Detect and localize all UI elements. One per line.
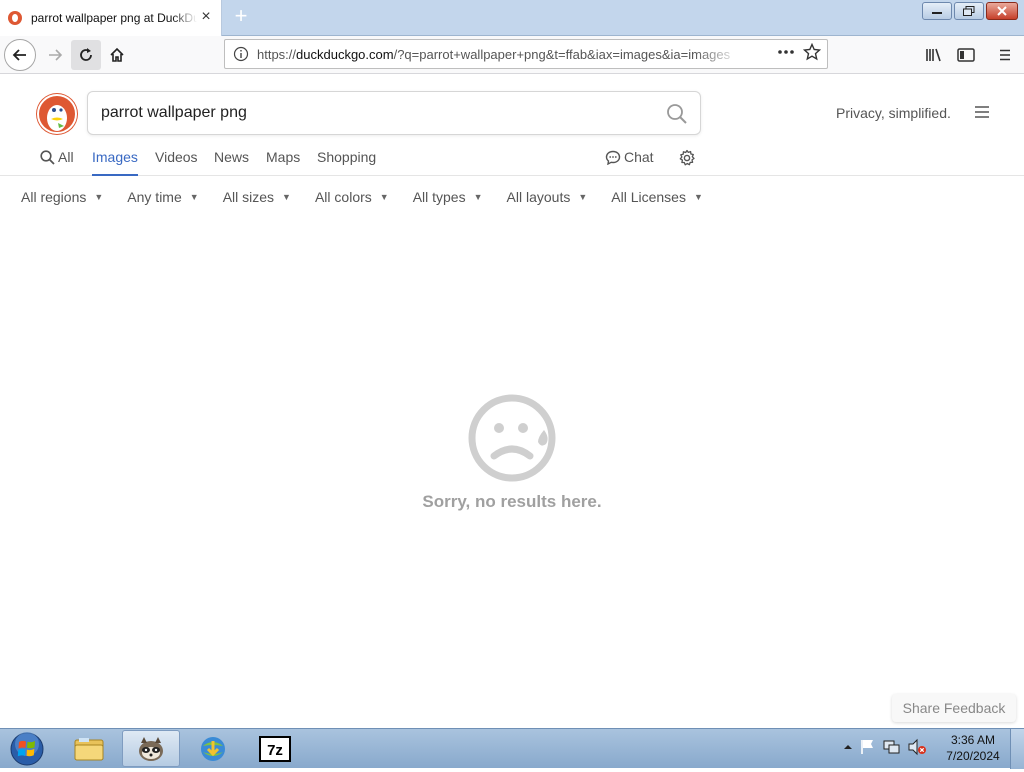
image-filters: All regions ▼ Any time ▼ All sizes ▼ All co… bbox=[21, 189, 727, 205]
svg-text:7z: 7z bbox=[267, 742, 283, 759]
caret-down-icon: ▼ bbox=[473, 192, 483, 202]
clock-date: 7/20/2024 bbox=[946, 749, 1000, 763]
gear-icon bbox=[679, 149, 695, 166]
library-button[interactable] bbox=[919, 40, 949, 70]
caret-down-icon: ▼ bbox=[693, 192, 703, 202]
ddg-menu-icon[interactable] bbox=[974, 105, 990, 119]
new-tab-icon[interactable]: + bbox=[230, 5, 252, 27]
no-results: Sorry, no results here. bbox=[412, 392, 612, 512]
search-icon bbox=[40, 150, 55, 165]
filter-license[interactable]: All Licenses ▼ bbox=[611, 189, 703, 205]
clock-time: 3:36 AM bbox=[950, 733, 996, 747]
filter-time[interactable]: Any time ▼ bbox=[127, 189, 198, 205]
close-window-button[interactable] bbox=[986, 2, 1018, 20]
firefox-raccoon-icon bbox=[139, 736, 163, 761]
caret-down-icon: ▼ bbox=[94, 192, 104, 202]
back-button[interactable] bbox=[4, 39, 36, 71]
taskbar-explorer[interactable] bbox=[60, 730, 118, 767]
sad-face-icon bbox=[468, 394, 556, 482]
url-text: https://duckduckgo.com/?q=parrot+wallpap… bbox=[257, 46, 731, 62]
browser-tab[interactable]: parrot wallpaper png at DuckDuckGo × bbox=[0, 0, 222, 36]
download-manager-icon bbox=[201, 736, 225, 761]
address-bar[interactable]: https://duckduckgo.com/?q=parrot+wallpap… bbox=[224, 39, 828, 69]
duckduckgo-logo[interactable] bbox=[36, 93, 78, 135]
filter-type[interactable]: All types ▼ bbox=[413, 189, 483, 205]
browser-tab-strip: parrot wallpaper png at DuckDuckGo × + bbox=[0, 0, 1024, 36]
minimize-window-button[interactable] bbox=[922, 2, 952, 20]
windows-start-icon bbox=[10, 732, 44, 766]
system-tray bbox=[843, 738, 927, 756]
7zip-icon: 7z bbox=[259, 735, 291, 762]
search-type-tabs: All Images Videos News Maps Shopping Cha… bbox=[0, 143, 1024, 176]
forward-button[interactable] bbox=[40, 40, 70, 70]
caret-down-icon: ▼ bbox=[379, 192, 389, 202]
reload-button[interactable] bbox=[71, 40, 101, 70]
page-actions-menu-icon[interactable] bbox=[777, 44, 795, 60]
privacy-tagline: Privacy, simplified. bbox=[836, 105, 951, 121]
search-input[interactable] bbox=[99, 103, 659, 123]
hamburger-menu-icon bbox=[1000, 49, 1010, 61]
volume-muted-icon[interactable] bbox=[907, 738, 927, 756]
home-button[interactable] bbox=[102, 40, 132, 70]
tab-images[interactable]: Images bbox=[92, 149, 138, 176]
library-icon bbox=[926, 48, 941, 62]
windows-taskbar: 7z 3:36 AM 7/20/2024 bbox=[0, 728, 1024, 769]
settings-button[interactable] bbox=[678, 149, 696, 176]
filter-layout[interactable]: All layouts ▼ bbox=[507, 189, 588, 205]
action-center-flag-icon[interactable] bbox=[859, 738, 877, 756]
sidebar-icon bbox=[957, 48, 975, 62]
filter-size[interactable]: All sizes ▼ bbox=[223, 189, 291, 205]
share-feedback-button[interactable]: Share Feedback bbox=[892, 694, 1016, 722]
tab-title: parrot wallpaper png at DuckDuckGo bbox=[31, 11, 197, 25]
search-box bbox=[87, 91, 701, 135]
sidebar-toggle-button[interactable] bbox=[951, 40, 981, 70]
taskbar-download-manager[interactable] bbox=[184, 730, 242, 767]
caret-down-icon: ▼ bbox=[282, 192, 291, 202]
taskbar-firefox[interactable] bbox=[122, 730, 180, 767]
caret-down-icon: ▼ bbox=[578, 192, 588, 202]
tab-videos[interactable]: Videos bbox=[155, 149, 198, 176]
tab-all[interactable]: All bbox=[40, 149, 74, 176]
chat-bubble-icon bbox=[605, 150, 621, 165]
filter-region[interactable]: All regions ▼ bbox=[21, 189, 103, 205]
home-icon bbox=[110, 47, 124, 62]
reload-icon bbox=[80, 48, 92, 61]
restore-window-button[interactable] bbox=[954, 2, 984, 20]
show-hidden-icons-icon[interactable] bbox=[843, 741, 853, 753]
show-desktop-button[interactable] bbox=[1010, 729, 1024, 769]
filter-color[interactable]: All colors ▼ bbox=[315, 189, 389, 205]
taskbar-7zip[interactable]: 7z bbox=[246, 730, 304, 767]
tab-maps[interactable]: Maps bbox=[266, 149, 300, 176]
search-icon[interactable] bbox=[666, 103, 688, 125]
system-clock[interactable]: 3:36 AM 7/20/2024 bbox=[940, 732, 1006, 764]
start-button[interactable] bbox=[8, 731, 46, 767]
close-tab-icon[interactable]: × bbox=[199, 9, 213, 25]
duck-logo-icon bbox=[37, 94, 77, 134]
site-info-icon[interactable] bbox=[233, 46, 249, 62]
browser-toolbar: https://duckduckgo.com/?q=parrot+wallpap… bbox=[0, 36, 1024, 74]
bookmark-star-icon[interactable] bbox=[803, 43, 821, 61]
caret-down-icon: ▼ bbox=[189, 192, 199, 202]
tab-shopping[interactable]: Shopping bbox=[317, 149, 376, 176]
app-menu-button[interactable] bbox=[990, 40, 1020, 70]
back-arrow-icon bbox=[12, 49, 26, 61]
network-icon[interactable] bbox=[883, 738, 901, 756]
tab-news[interactable]: News bbox=[214, 149, 249, 176]
explorer-folder-icon bbox=[74, 737, 104, 760]
forward-arrow-icon bbox=[49, 49, 63, 61]
duckduckgo-favicon-icon bbox=[8, 11, 22, 25]
chat-link[interactable]: Chat bbox=[605, 149, 654, 176]
no-results-message: Sorry, no results here. bbox=[422, 492, 602, 511]
